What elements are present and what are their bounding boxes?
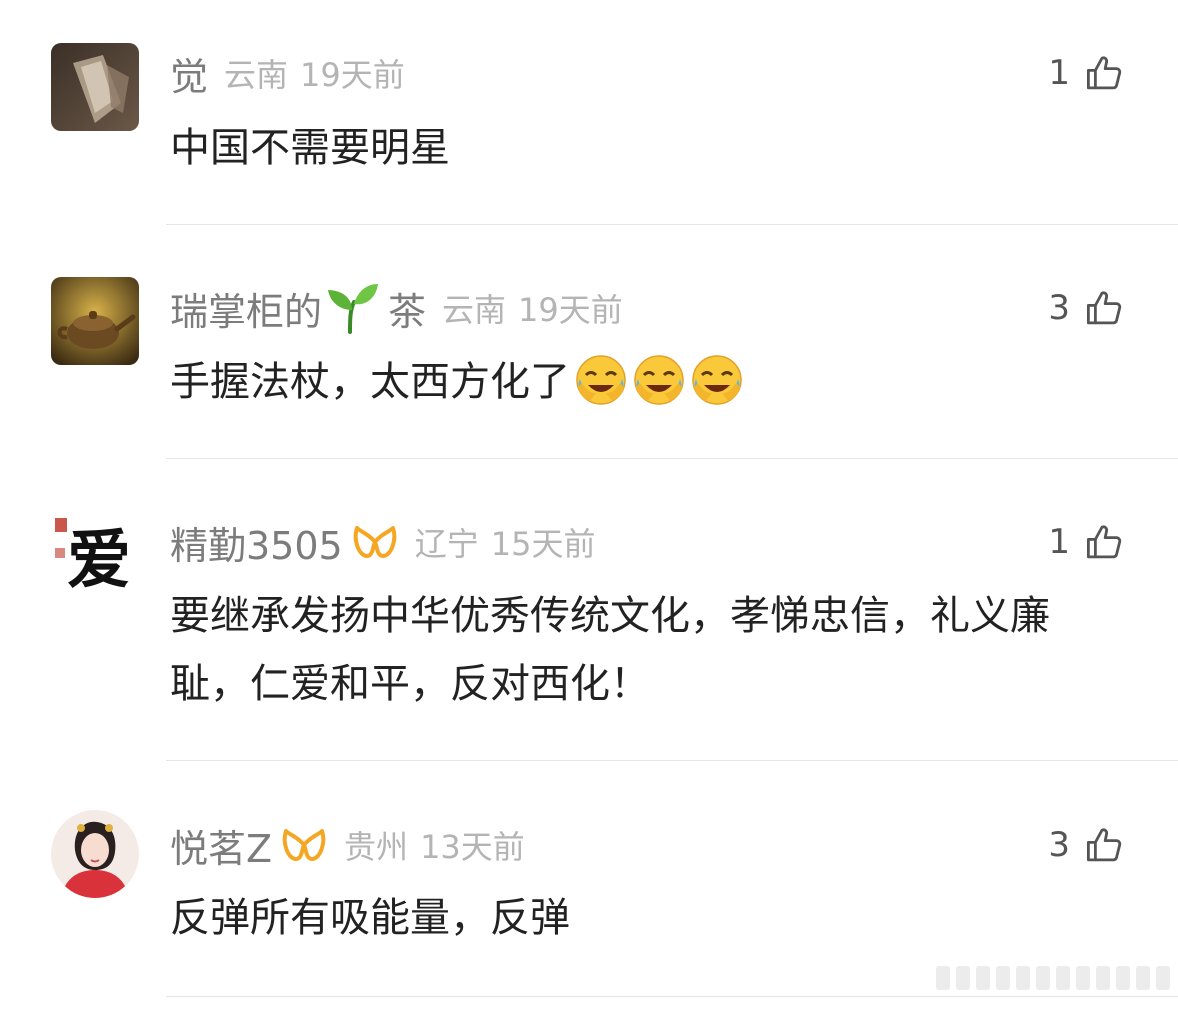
timestamp: 13天前 <box>420 828 525 866</box>
thumbs-up-icon[interactable] <box>1084 287 1126 329</box>
laughing-crying-emoji-icon <box>692 355 742 405</box>
comment-text: 反弹所有吸能量，反弹 <box>170 895 570 941</box>
watermark-graphic <box>936 966 1170 990</box>
avatar[interactable]: 爱 <box>51 510 139 598</box>
comment-text: 手握法杖，太西方化了 <box>170 359 570 405</box>
username[interactable]: 悦茗Z <box>170 818 272 873</box>
username[interactable]: 瑞掌柜的 <box>170 281 322 336</box>
vip-icon <box>353 526 396 558</box>
location: 辽宁 <box>414 525 479 563</box>
timestamp: 19天前 <box>300 56 405 94</box>
timestamp: 15天前 <box>490 525 596 563</box>
comment-meta: 瑞掌柜的 茶 云南 19天前 <box>170 281 623 336</box>
avatar[interactable] <box>51 277 139 365</box>
location: 云南 <box>442 291 507 329</box>
username-suffix[interactable]: 茶 <box>388 281 426 336</box>
divider <box>166 760 1178 761</box>
location: 云南 <box>224 56 289 94</box>
avatar[interactable] <box>51 810 139 898</box>
divider <box>166 224 1178 225</box>
laughing-crying-emoji-icon <box>576 355 626 405</box>
username[interactable]: 觉 <box>170 46 208 101</box>
location: 贵州 <box>344 828 409 866</box>
like-count: 3 <box>1048 825 1070 865</box>
avatar[interactable] <box>51 43 139 131</box>
thumbs-up-icon[interactable] <box>1084 824 1126 866</box>
comment-meta: 觉 云南 19天前 <box>170 46 405 101</box>
divider <box>166 458 1178 459</box>
like-count: 1 <box>1048 53 1070 93</box>
comment-meta: 精勤3505 辽宁 15天前 <box>170 515 596 570</box>
like-count: 3 <box>1048 288 1070 328</box>
seedling-icon <box>328 284 379 334</box>
like-button[interactable]: 3 <box>1048 820 1126 870</box>
laughing-crying-emoji-icon <box>634 355 684 405</box>
like-button[interactable]: 1 <box>1048 48 1126 98</box>
username[interactable]: 精勤3505 <box>170 515 343 570</box>
like-button[interactable]: 1 <box>1048 517 1126 567</box>
comment-text: 要继承发扬中华优秀传统文化，孝悌忠信，礼义廉耻，仁爱和平，反对西化！ <box>170 593 1050 707</box>
thumbs-up-icon[interactable] <box>1084 52 1126 94</box>
timestamp: 19天前 <box>518 291 623 329</box>
comment-meta: 悦茗Z 贵州 13天前 <box>170 818 525 873</box>
like-button[interactable]: 3 <box>1048 283 1126 333</box>
divider <box>166 996 1178 997</box>
avatar-calligraphy: 爱 <box>67 523 131 598</box>
comment-text-row: 手握法杖，太西方化了 <box>170 348 1130 416</box>
like-count: 1 <box>1048 522 1070 562</box>
thumbs-up-icon[interactable] <box>1084 521 1126 563</box>
comment-text: 中国不需要明星 <box>170 125 450 171</box>
vip-icon <box>282 829 326 861</box>
